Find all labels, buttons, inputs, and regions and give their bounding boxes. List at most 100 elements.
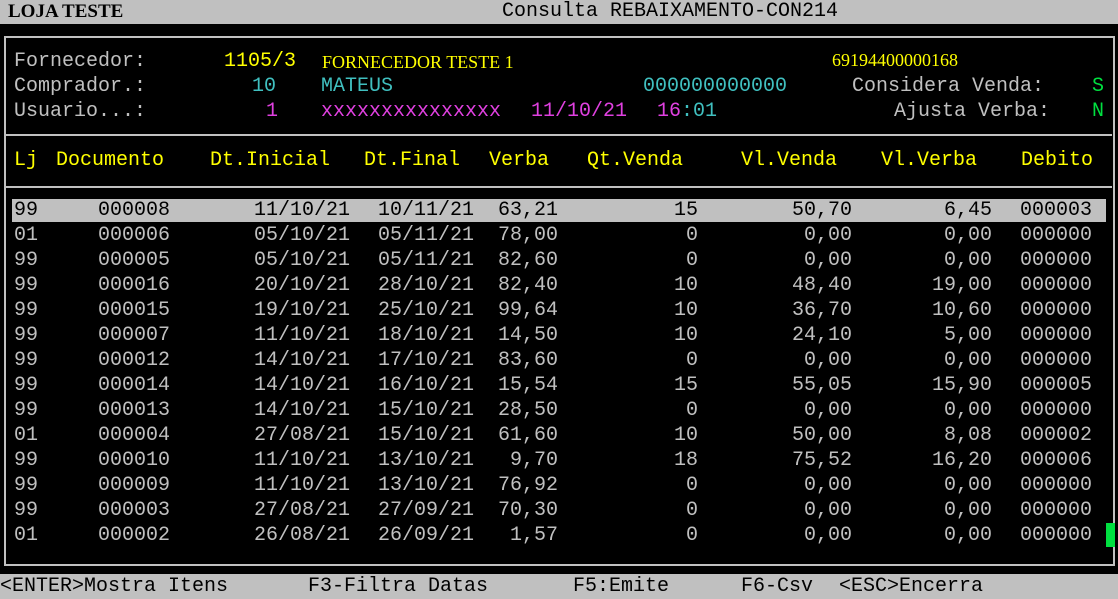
enter-key-hint[interactable]: <ENTER>Mostra Itens	[0, 574, 228, 599]
cell-vl-verba: 0,00	[943, 349, 992, 372]
cell-qt-venda: 10	[673, 299, 698, 322]
col-header-documento: Documento	[56, 149, 165, 172]
cell-lj: 99	[14, 374, 39, 397]
usuario-label: Usuario...:	[14, 100, 147, 123]
table-row[interactable]: 99 000014 14/10/21 16/10/21 15,54 15 55,05 15,9…	[0, 373, 1118, 398]
cell-lj: 99	[14, 474, 39, 497]
cell-debito: 000000	[1020, 499, 1093, 522]
table-row[interactable]: 01 000002 26/08/21 26/09/21 1,57 0 0,00 0,00 000…	[0, 523, 1118, 548]
f3-key-hint[interactable]: F3-Filtra Datas	[308, 574, 488, 599]
cell-documento: 000004	[98, 424, 171, 447]
cell-qt-venda: 0	[685, 224, 698, 247]
cell-verba: 1,57	[509, 524, 558, 547]
cell-verba: 14,50	[497, 324, 558, 347]
cell-vl-venda: 50,70	[791, 199, 852, 222]
cell-documento: 000014	[98, 374, 171, 397]
cell-documento: 000012	[98, 349, 171, 372]
col-header-debito: Debito	[1021, 149, 1094, 172]
cell-documento: 000013	[98, 399, 171, 422]
col-header-vl-venda: Vl.Venda	[741, 149, 838, 172]
cell-vl-venda: 50,00	[791, 424, 852, 447]
f6-key-hint[interactable]: F6-Csv	[741, 574, 813, 599]
cell-qt-venda: 0	[685, 474, 698, 497]
comprador-label: Comprador.:	[14, 75, 147, 98]
cell-documento: 000008	[98, 199, 171, 222]
table-row[interactable]: 99 000007 11/10/21 18/10/21 14,50 10 24,10 5,00…	[0, 323, 1118, 348]
cell-vl-verba: 0,00	[943, 499, 992, 522]
cell-debito: 000000	[1020, 399, 1093, 422]
col-header-dt-final: Dt.Final	[364, 149, 461, 172]
esc-key-hint[interactable]: <ESC>Encerra	[839, 574, 983, 599]
cell-lj: 99	[14, 274, 39, 297]
cell-dt-inicial: 05/10/21	[253, 224, 350, 247]
cell-qt-venda: 0	[685, 524, 698, 547]
cell-verba: 78,00	[497, 224, 558, 247]
cell-debito: 000006	[1020, 449, 1093, 472]
cell-vl-verba: 0,00	[943, 249, 992, 272]
table-row[interactable]: 99 000003 27/08/21 27/09/21 70,30 0 0,00 0,00 00…	[0, 498, 1118, 523]
f5-key-hint[interactable]: F5:Emite	[573, 574, 669, 599]
cell-verba: 82,60	[497, 249, 558, 272]
cell-debito: 000002	[1020, 424, 1093, 447]
cell-vl-venda: 48,40	[791, 274, 852, 297]
cell-debito: 000005	[1020, 374, 1093, 397]
cell-dt-inicial: 14/10/21	[253, 374, 350, 397]
col-header-dt-inicial: Dt.Inicial	[210, 149, 331, 172]
cell-verba: 61,60	[497, 424, 558, 447]
table-row[interactable]: 01 000006 05/10/21 05/11/21 78,00 0 0,00 0,00 00…	[0, 223, 1118, 248]
table-row[interactable]: 01 000004 27/08/21 15/10/21 61,60 10 50,00 8,08…	[0, 423, 1118, 448]
cell-dt-final: 13/10/21	[377, 449, 474, 472]
cell-dt-final: 15/10/21	[377, 424, 474, 447]
cell-vl-venda: 75,52	[791, 449, 852, 472]
cell-vl-verba: 5,00	[943, 324, 992, 347]
screen-title: Consulta REBAIXAMENTO-CON214	[502, 0, 839, 23]
table-row[interactable]: 99 000013 14/10/21 15/10/21 28,50 0 0,00 0,00 00…	[0, 398, 1118, 423]
cell-lj: 01	[14, 224, 39, 247]
cell-verba: 70,30	[497, 499, 558, 522]
cell-vl-venda: 0,00	[803, 399, 852, 422]
cell-debito: 000000	[1020, 224, 1093, 247]
cell-dt-inicial: 05/10/21	[253, 249, 350, 272]
table-row[interactable]: 99 000015 19/10/21 25/10/21 99,64 10 36,70 10,6…	[0, 298, 1118, 323]
cell-vl-verba: 0,00	[943, 524, 992, 547]
cell-debito: 000000	[1020, 274, 1093, 297]
cell-qt-venda: 10	[673, 424, 698, 447]
table-row[interactable]: 99 000010 11/10/21 13/10/21 9,70 18 75,52 16,20…	[0, 448, 1118, 473]
cell-lj: 99	[14, 299, 39, 322]
info-separator	[6, 134, 1112, 136]
table-row[interactable]: 99 000009 11/10/21 13/10/21 76,92 0 0,00 0,00 00…	[0, 473, 1118, 498]
table-row[interactable]: 99 000005 05/10/21 05/11/21 82,60 0 0,00 0,00 00…	[0, 248, 1118, 273]
cell-lj: 01	[14, 424, 39, 447]
cell-dt-final: 10/11/21	[377, 199, 474, 222]
cell-qt-venda: 15	[673, 199, 698, 222]
cell-dt-inicial: 11/10/21	[253, 449, 350, 472]
cell-debito: 000000	[1020, 299, 1093, 322]
fornecedor-code: 1105/3	[224, 50, 297, 73]
col-header-vl-verba: Vl.Verba	[881, 149, 978, 172]
cell-vl-verba: 10,60	[931, 299, 992, 322]
ajusta-verba-value: N	[1092, 100, 1105, 123]
store-name: LOJA TESTE	[8, 1, 124, 22]
header-separator	[6, 186, 1112, 188]
cell-vl-verba: 15,90	[931, 374, 992, 397]
cell-vl-verba: 8,08	[943, 424, 992, 447]
cell-dt-inicial: 26/08/21	[253, 524, 350, 547]
table-row-selected[interactable]: 99 000008 11/10/21 10/11/21 63,21 15 50,70 6,45…	[0, 198, 1118, 223]
table-row[interactable]: 99 000012 14/10/21 17/10/21 83,60 0 0,00 0,00 00…	[0, 348, 1118, 373]
cell-documento: 000007	[98, 324, 171, 347]
cell-lj: 99	[14, 249, 39, 272]
cell-dt-final: 05/11/21	[377, 224, 474, 247]
cell-vl-venda: 0,00	[803, 349, 852, 372]
cell-vl-verba: 16,20	[931, 449, 992, 472]
comprador-code: 10	[252, 75, 277, 98]
cell-dt-inicial: 19/10/21	[253, 299, 350, 322]
cell-documento: 000002	[98, 524, 171, 547]
fornecedor-label: Fornecedor:	[14, 50, 147, 73]
cell-documento: 000009	[98, 474, 171, 497]
cell-lj: 01	[14, 524, 39, 547]
cell-vl-verba: 19,00	[931, 274, 992, 297]
cell-debito: 000003	[1020, 199, 1093, 222]
cell-verba: 9,70	[509, 449, 558, 472]
cell-qt-venda: 0	[685, 349, 698, 372]
table-row[interactable]: 99 000016 20/10/21 28/10/21 82,40 10 48,40 19,0…	[0, 273, 1118, 298]
